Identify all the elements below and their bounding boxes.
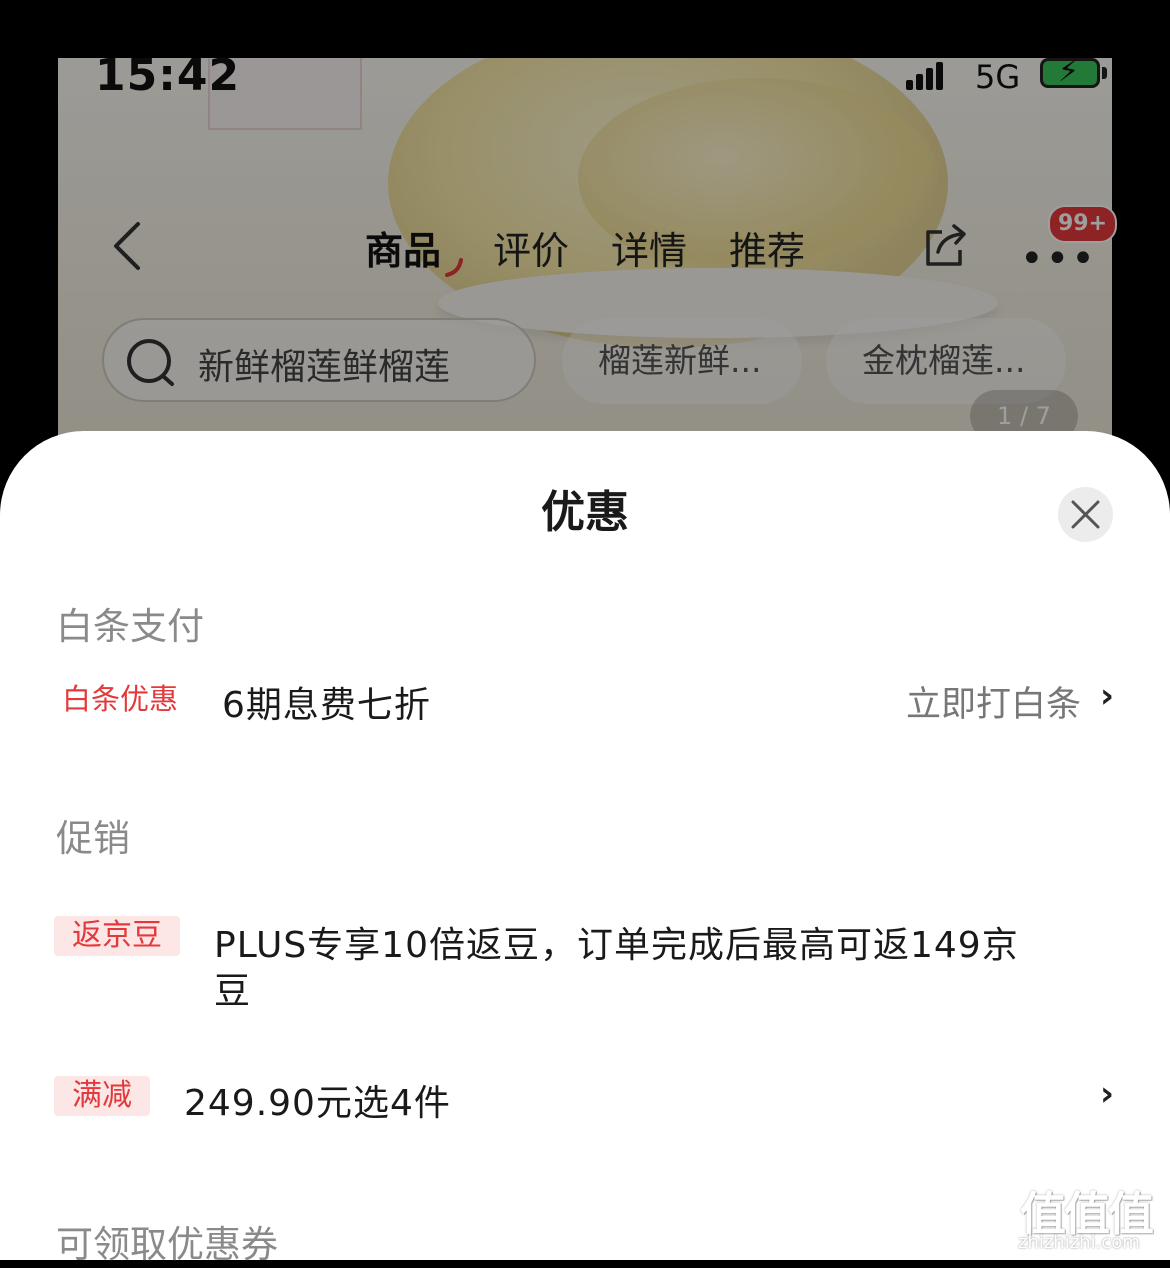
manjian-tag: 满减 bbox=[54, 1076, 150, 1116]
chevron-right-icon[interactable]: › bbox=[1100, 676, 1114, 716]
baitiao-apply-link[interactable]: 立即打白条 bbox=[906, 676, 1081, 727]
jingdou-tag: 返京豆 bbox=[54, 916, 180, 956]
watermark-url: zhizhizhi.com bbox=[1018, 1232, 1140, 1253]
jingdou-offer-text-line2: 豆 bbox=[214, 971, 252, 1012]
close-icon[interactable] bbox=[1058, 487, 1113, 542]
sheet-title: 优惠 bbox=[541, 487, 629, 538]
chevron-right-icon[interactable]: › bbox=[1100, 1074, 1114, 1114]
baitiao-tag: 白条优惠 bbox=[62, 682, 179, 716]
baitiao-section-label: 白条支付 bbox=[56, 605, 204, 648]
jingdou-offer-text: PLUS专享10倍返豆，订单完成后最高可返149京 bbox=[214, 925, 1019, 966]
manjian-offer-text[interactable]: 249.90元选4件 bbox=[184, 1074, 451, 1126]
discount-sheet bbox=[0, 431, 1170, 1260]
promo-section-label: 促销 bbox=[56, 817, 130, 860]
baitiao-offer-text: 6期息费七折 bbox=[222, 685, 431, 726]
